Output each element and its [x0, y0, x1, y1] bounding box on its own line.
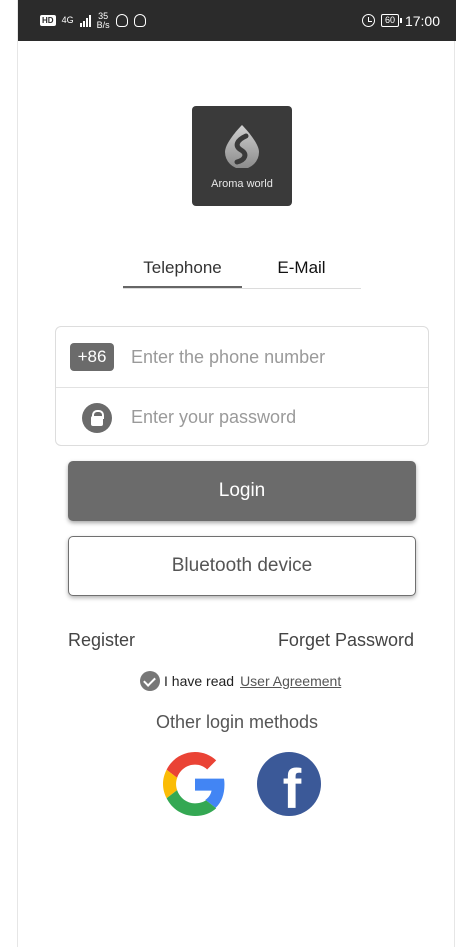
lock-icon — [82, 402, 112, 433]
agreement-text: I have read — [164, 673, 235, 689]
phone-input[interactable] — [131, 340, 416, 374]
brand-name: Aroma world — [211, 178, 273, 190]
status-left: HD 4G 35 B/s — [40, 11, 146, 30]
facebook-f-glyph: f — [282, 757, 302, 817]
register-link[interactable]: Register — [68, 630, 135, 651]
login-tabs: Telephone E-Mail — [123, 255, 361, 289]
bluetooth-device-button[interactable]: Bluetooth device — [68, 536, 416, 596]
hd-icon: HD — [40, 15, 56, 26]
status-bar: HD 4G 35 B/s 60 17:00 — [18, 0, 456, 41]
facebook-icon[interactable]: f — [257, 752, 321, 816]
user-agreement-link[interactable]: User Agreement — [240, 673, 341, 689]
google-icon[interactable] — [163, 752, 227, 816]
droplet-logo-icon — [225, 125, 259, 168]
battery-icon: 60 — [380, 14, 402, 27]
alarm-icon — [361, 14, 375, 27]
qq-notification-icon — [133, 14, 146, 27]
tab-email[interactable]: E-Mail — [242, 255, 361, 288]
phone-row: +86 — [56, 327, 428, 387]
app-screen: HD 4G 35 B/s 60 17:00 Aroma world Teleph… — [17, 0, 456, 947]
tab-telephone[interactable]: Telephone — [123, 255, 242, 288]
password-row — [56, 387, 428, 447]
login-form: +86 — [55, 326, 429, 446]
app-logo: Aroma world — [192, 106, 292, 206]
password-input[interactable] — [131, 400, 416, 435]
login-button[interactable]: Login — [68, 461, 416, 521]
forget-password-link[interactable]: Forget Password — [278, 630, 414, 651]
clock: 17:00 — [404, 12, 440, 29]
agreement-checkbox[interactable] — [140, 671, 160, 691]
network-type: 4G — [61, 15, 74, 25]
agreement-row: I have read User Agreement — [140, 671, 341, 691]
status-right: 60 17:00 — [361, 12, 440, 29]
signal-icon — [79, 14, 91, 27]
network-speed: 35 B/s — [96, 11, 110, 30]
qq-notification-icon — [115, 14, 128, 27]
other-login-title: Other login methods — [155, 712, 319, 732]
country-code-button[interactable]: +86 — [70, 343, 114, 371]
speed-unit: B/s — [96, 19, 110, 30]
